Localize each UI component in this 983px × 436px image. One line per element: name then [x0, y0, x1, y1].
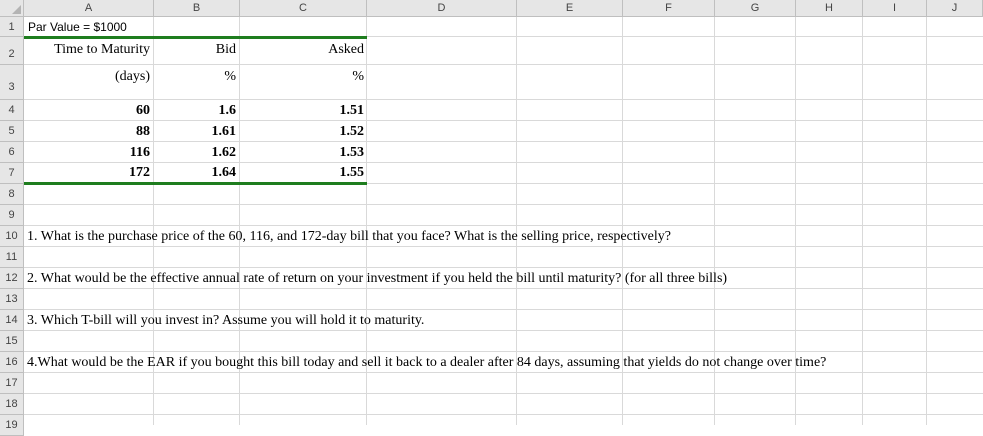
gridline — [24, 204, 983, 205]
cell-a6[interactable]: 116 — [24, 142, 150, 163]
cell-b5[interactable]: 1.61 — [154, 121, 237, 142]
cell-a3[interactable]: (days) — [24, 66, 150, 88]
row-header-17[interactable]: 17 — [0, 373, 24, 394]
row-header-14[interactable]: 14 — [0, 310, 24, 331]
row-header-9[interactable]: 9 — [0, 205, 24, 226]
select-all-triangle-icon — [12, 5, 21, 14]
column-header-b[interactable]: B — [154, 0, 240, 17]
cell-c5[interactable]: 1.52 — [240, 121, 365, 142]
row-header-12[interactable]: 12 — [0, 268, 24, 289]
row-header-1[interactable]: 1 — [0, 17, 24, 37]
row-header-3[interactable]: 3 — [0, 65, 24, 100]
spreadsheet-grid[interactable]: A B C D E F G H I J 1 2 3 4 5 6 7 8 9 10… — [0, 0, 983, 436]
cell-a16[interactable]: 4.What would be the EAR if you bought th… — [27, 352, 826, 373]
row-header-2[interactable]: 2 — [0, 37, 24, 65]
column-header-j[interactable]: J — [927, 0, 983, 17]
row-header-10[interactable]: 10 — [0, 226, 24, 247]
cell-c7[interactable]: 1.55 — [240, 163, 365, 183]
row-header-16[interactable]: 16 — [0, 352, 24, 373]
cell-c2[interactable]: Asked — [240, 39, 364, 61]
gridline — [862, 17, 863, 425]
cell-a7[interactable]: 172 — [24, 163, 150, 183]
column-header-c[interactable]: C — [240, 0, 367, 17]
row-header-18[interactable]: 18 — [0, 394, 24, 415]
cell-b2[interactable]: Bid — [154, 39, 236, 61]
cell-a5[interactable]: 88 — [24, 121, 150, 142]
cell-a10[interactable]: 1. What is the purchase price of the 60,… — [27, 226, 671, 247]
row-header-11[interactable]: 11 — [0, 247, 24, 268]
row-header-7[interactable]: 7 — [0, 163, 24, 184]
row-header-19[interactable]: 19 — [0, 415, 24, 436]
row-header-15[interactable]: 15 — [0, 331, 24, 352]
column-header-d[interactable]: D — [367, 0, 517, 17]
cell-b4[interactable]: 1.6 — [154, 100, 237, 121]
cell-b3[interactable]: % — [154, 66, 236, 88]
gridline — [926, 17, 927, 425]
column-header-i[interactable]: I — [863, 0, 927, 17]
gridline — [24, 414, 983, 415]
column-header-g[interactable]: G — [715, 0, 796, 17]
row-header-4[interactable]: 4 — [0, 100, 24, 121]
cell-c4[interactable]: 1.51 — [240, 100, 365, 121]
row-header-8[interactable]: 8 — [0, 184, 24, 205]
column-header-a[interactable]: A — [24, 0, 154, 17]
cell-a4[interactable]: 60 — [24, 100, 150, 121]
cell-b7[interactable]: 1.64 — [154, 163, 237, 183]
cell-a2[interactable]: Time to Maturity — [24, 39, 150, 61]
gridline — [24, 64, 983, 65]
row-header-6[interactable]: 6 — [0, 142, 24, 163]
cell-c3[interactable]: % — [240, 66, 364, 88]
cell-a1[interactable]: Par Value = $1000 — [28, 19, 127, 36]
cell-a14[interactable]: 3. Which T-bill will you invest in? Assu… — [27, 310, 424, 331]
row-header-5[interactable]: 5 — [0, 121, 24, 142]
column-header-f[interactable]: F — [623, 0, 715, 17]
select-all-corner[interactable] — [0, 0, 24, 17]
cell-a12[interactable]: 2. What would be the effective annual ra… — [27, 268, 727, 289]
gridline — [24, 393, 983, 394]
column-header-h[interactable]: H — [796, 0, 863, 17]
cell-c6[interactable]: 1.53 — [240, 142, 365, 163]
column-header-e[interactable]: E — [517, 0, 623, 17]
row-header-13[interactable]: 13 — [0, 289, 24, 310]
cell-b6[interactable]: 1.62 — [154, 142, 237, 163]
